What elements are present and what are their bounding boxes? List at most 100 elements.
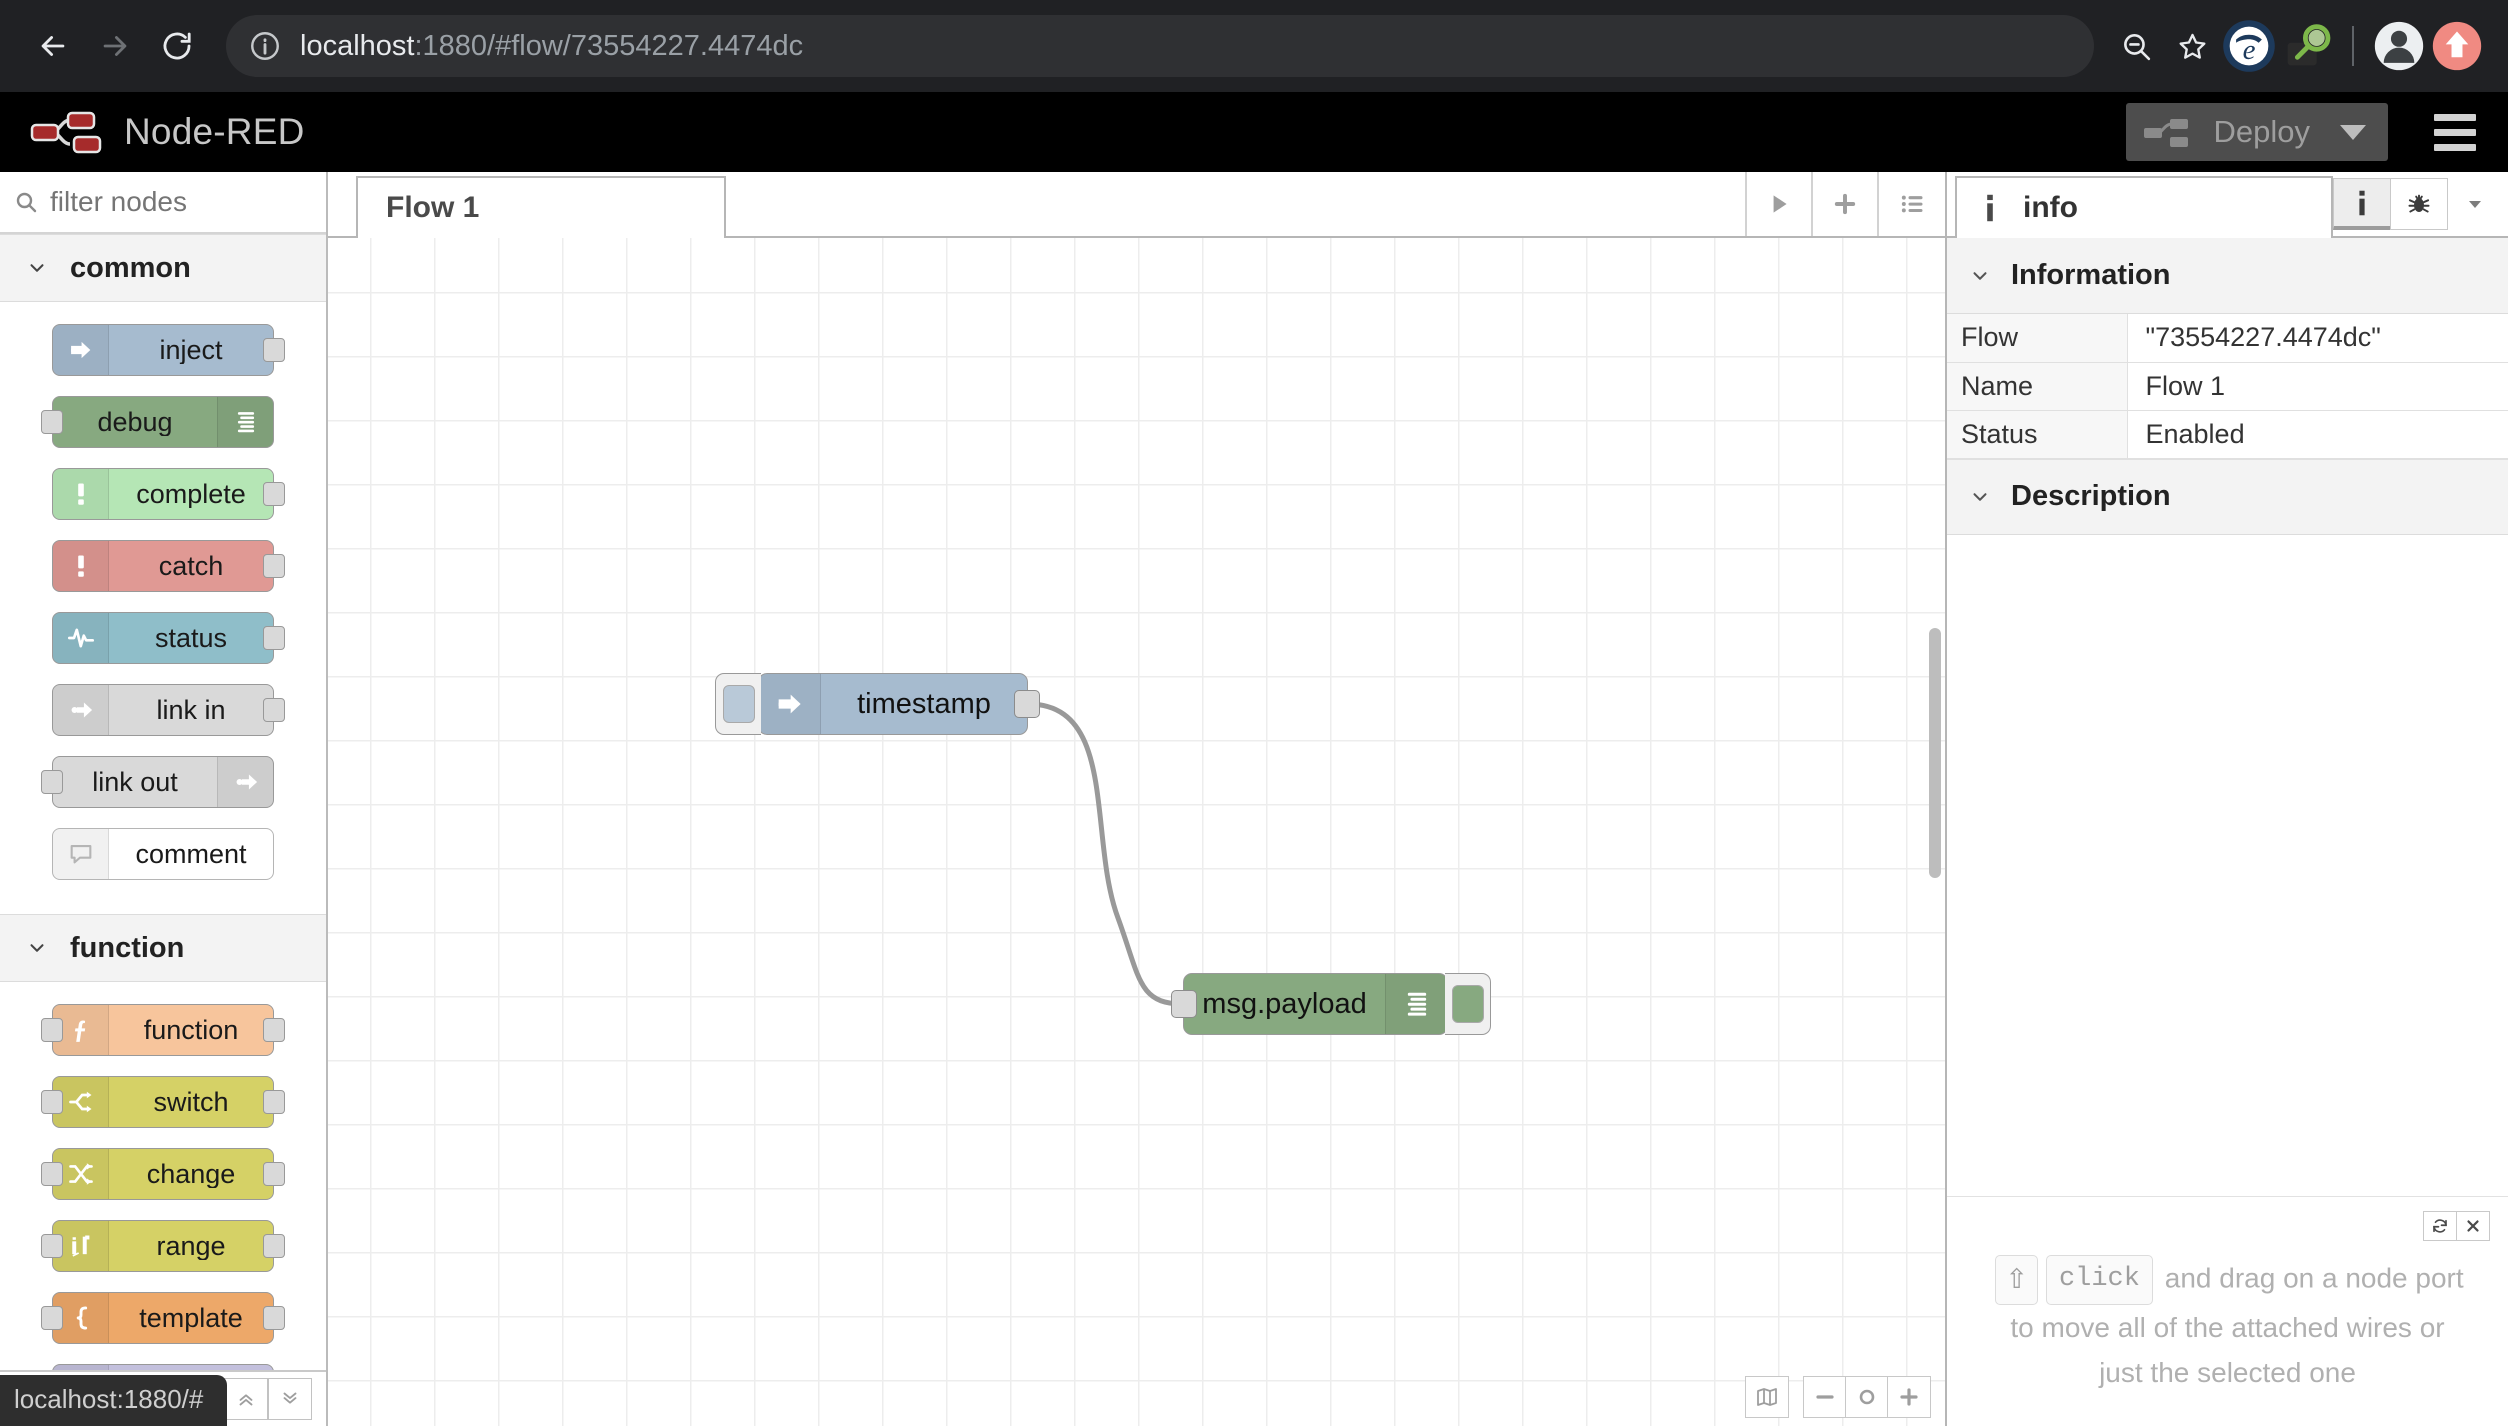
close-x-icon xyxy=(2467,1220,2479,1232)
zoom-in-button[interactable] xyxy=(1888,1377,1930,1417)
node-output-port[interactable] xyxy=(263,1234,285,1258)
bookmark-button[interactable] xyxy=(2164,18,2220,74)
node-input-port[interactable] xyxy=(41,1234,63,1258)
add-flow-button[interactable] xyxy=(1813,172,1879,236)
filter-nodes-input[interactable] xyxy=(50,186,312,218)
info-row-key: Flow xyxy=(1947,314,2128,363)
circle-icon xyxy=(1859,1389,1874,1405)
palette-node-comment[interactable]: comment xyxy=(52,828,274,880)
node-input-port[interactable] xyxy=(1171,990,1197,1018)
browser-toolbar: localhost:1880/#flow/73554227.4474dc e xyxy=(0,0,2508,92)
node-input-port[interactable] xyxy=(41,770,63,794)
zoom-out-button[interactable] xyxy=(2108,18,2164,74)
node-red-logo-icon xyxy=(26,107,104,157)
palette-node-label: link out xyxy=(92,768,178,796)
palette-node-link-in[interactable]: link in xyxy=(52,684,285,736)
arrow-right-icon xyxy=(103,36,127,56)
palette-node-range[interactable]: range xyxy=(41,1220,285,1272)
palette-scroll-area[interactable]: common inject debug complete catch status link… xyxy=(0,234,326,1370)
canvas-node-debug1[interactable]: msg.payload xyxy=(1171,973,1491,1035)
sidebar-info-button[interactable] xyxy=(2333,178,2391,230)
node-output-port[interactable] xyxy=(263,626,285,650)
section-header-information[interactable]: Information xyxy=(1947,238,2508,314)
sidebar-debug-button[interactable] xyxy=(2390,178,2448,230)
navigator-toggle-button[interactable] xyxy=(1746,1377,1788,1417)
node-output-port[interactable] xyxy=(263,1162,285,1186)
palette-category-common[interactable]: common xyxy=(0,234,326,302)
reload-button[interactable] xyxy=(146,15,208,77)
node-output-port[interactable] xyxy=(263,554,285,578)
deploy-button[interactable]: Deploy xyxy=(2125,103,2388,161)
inject-arrow-icon xyxy=(70,341,90,359)
zoom-out-button[interactable] xyxy=(1804,1377,1846,1417)
list-flows-button[interactable] xyxy=(1879,172,1945,236)
palette-node-template[interactable]: template xyxy=(41,1292,285,1344)
status-bar-tooltip: localhost:1880/# xyxy=(0,1375,228,1426)
expand-all-button[interactable] xyxy=(268,1378,312,1420)
node-input-port[interactable] xyxy=(41,1162,63,1186)
palette-node-complete[interactable]: complete xyxy=(52,468,285,520)
palette-node-status[interactable]: status xyxy=(52,612,285,664)
back-button[interactable] xyxy=(22,15,84,77)
forward-button[interactable] xyxy=(84,15,146,77)
extension-button-1[interactable]: e xyxy=(2220,17,2278,75)
palette-node-link-out[interactable]: link out xyxy=(41,756,274,808)
palette-node-debug[interactable]: debug xyxy=(41,396,274,448)
palette-node-label: switch xyxy=(153,1088,229,1116)
chevron-double-up-icon xyxy=(239,1394,253,1406)
palette-category-function[interactable]: function xyxy=(0,914,326,982)
palette-node-function[interactable]: function xyxy=(41,1004,285,1056)
info-row-value: Flow 1 xyxy=(2127,362,2508,411)
section-title: Description xyxy=(2011,480,2171,512)
node-input-port[interactable] xyxy=(41,1018,63,1042)
extension-button-2[interactable] xyxy=(2278,17,2336,75)
shift-key: ⇧ xyxy=(1995,1255,2038,1305)
profile-button[interactable] xyxy=(2370,17,2428,75)
palette-category-body-function: function switch change range template xyxy=(0,982,326,1370)
flow-tabbar: Flow 1 xyxy=(328,172,1945,238)
tip-next-button[interactable] xyxy=(2423,1211,2457,1241)
node-input-port[interactable] xyxy=(41,1306,63,1330)
palette-search-row xyxy=(0,172,326,234)
update-button[interactable] xyxy=(2428,17,2486,75)
sidebar-tab-info[interactable]: info xyxy=(1955,176,2333,238)
flow-tab-flow-1[interactable]: Flow 1 xyxy=(356,176,726,238)
site-info-icon[interactable] xyxy=(248,29,282,63)
node-output-port[interactable] xyxy=(263,482,285,506)
wire-inject-to-debug[interactable] xyxy=(1025,701,1186,1007)
inject-arrow-icon xyxy=(759,674,821,734)
palette-node-catch[interactable]: catch xyxy=(52,540,285,592)
url-path: :1880/#flow/73554227.4474dc xyxy=(414,29,804,62)
chevron-down-icon[interactable] xyxy=(2340,124,2366,140)
tabbar-tools xyxy=(1745,172,1945,236)
sidebar-menu-button[interactable] xyxy=(2448,178,2502,230)
pulse-wave-icon xyxy=(67,628,94,648)
node-input-port[interactable] xyxy=(41,1090,63,1114)
flow-canvas[interactable]: timestamp msg.payload xyxy=(328,238,1945,1426)
canvas-node-inject1[interactable]: timestamp xyxy=(715,673,1040,735)
zoom-reset-button[interactable] xyxy=(1846,1377,1888,1417)
info-row-value: "73554227.4474dc" xyxy=(2127,314,2508,363)
node-output-port[interactable] xyxy=(263,1018,285,1042)
tip-close-button[interactable] xyxy=(2456,1211,2490,1241)
palette-node-change[interactable]: change xyxy=(41,1148,285,1200)
section-header-description[interactable]: Description xyxy=(1947,458,2508,535)
right-sidebar: info Information Flow "73554227.4474dc" … xyxy=(1945,172,2508,1426)
palette-node-switch[interactable]: switch xyxy=(41,1076,285,1128)
inject-trigger-button[interactable] xyxy=(715,673,761,735)
address-bar[interactable]: localhost:1880/#flow/73554227.4474dc xyxy=(226,15,2094,77)
debug-toggle-button[interactable] xyxy=(1445,973,1491,1035)
canvas-vertical-scrollbar[interactable] xyxy=(1929,628,1941,878)
app-header: Node-RED Deploy xyxy=(0,92,2508,172)
palette-node-inject[interactable]: inject xyxy=(52,324,285,376)
flow-menu-button[interactable] xyxy=(1747,172,1813,236)
hamburger-menu-icon[interactable] xyxy=(2434,113,2476,151)
collapse-all-button[interactable] xyxy=(224,1378,268,1420)
node-output-port[interactable] xyxy=(263,1090,285,1114)
node-output-port[interactable] xyxy=(263,698,285,722)
palette-node-partial[interactable] xyxy=(52,1364,274,1370)
node-output-port[interactable] xyxy=(263,338,285,362)
node-input-port[interactable] xyxy=(41,410,63,434)
node-output-port[interactable] xyxy=(263,1306,285,1330)
node-output-port[interactable] xyxy=(1014,690,1040,718)
